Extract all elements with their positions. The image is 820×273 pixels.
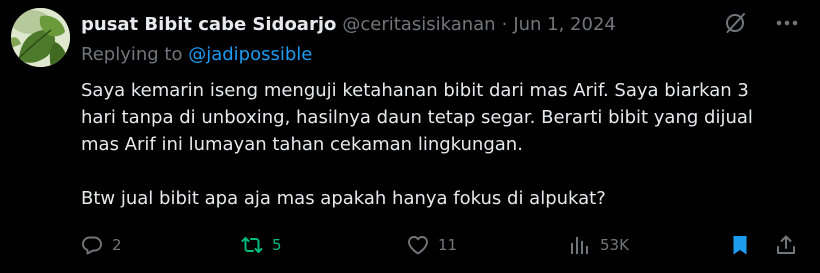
share-button[interactable] [774, 231, 798, 259]
avatar-image [11, 8, 70, 67]
separator-dot: · [501, 13, 508, 35]
replying-to-link[interactable]: @jadipossible [188, 44, 312, 65]
display-name[interactable]: pusat Bibit cabe Sidoarjo [81, 14, 336, 35]
grok-icon[interactable] [722, 10, 748, 36]
view-count: 53K [600, 236, 629, 254]
more-icon[interactable] [774, 10, 800, 36]
user-handle[interactable]: @ceritasisikanan [342, 14, 495, 35]
tweet-text-line: mas Arif ini lumayan tahan cekaman lingk… [81, 134, 523, 155]
replying-to: Replying to @jadipossible [81, 44, 312, 65]
action-bar: 2 5 11 53K [80, 231, 800, 259]
reply-count: 2 [112, 236, 122, 254]
reply-button[interactable]: 2 [80, 231, 122, 259]
tweet-text-line: Btw jual bibit apa aja mas apakah hanya … [81, 188, 606, 209]
bookmark-button[interactable] [728, 231, 752, 259]
heart-icon [406, 233, 430, 257]
tweet-header: pusat Bibit cabe Sidoarjo @ceritasisikan… [81, 11, 616, 37]
repost-button[interactable]: 5 [240, 231, 282, 259]
repost-count: 5 [272, 236, 282, 254]
views-icon [568, 233, 592, 257]
like-count: 11 [438, 236, 458, 254]
tweet-text-line: hari tanpa di unboxing, hasilnya daun te… [81, 107, 753, 128]
tweet[interactable]: pusat Bibit cabe Sidoarjo @ceritasisikan… [0, 0, 820, 273]
tweet-text-line: Saya kemarin iseng menguji ketahanan bib… [81, 80, 749, 101]
views-button[interactable]: 53K [568, 231, 629, 259]
tweet-text: Saya kemarin iseng menguji ketahanan bib… [81, 77, 801, 212]
bookmark-icon [728, 233, 752, 257]
like-button[interactable]: 11 [406, 231, 457, 259]
share-icon [774, 233, 798, 257]
replying-to-label: Replying to [81, 44, 183, 65]
post-date[interactable]: Jun 1, 2024 [513, 14, 616, 35]
header-actions [722, 10, 800, 36]
repost-icon [240, 233, 264, 257]
avatar[interactable] [11, 8, 70, 67]
reply-icon [80, 233, 104, 257]
